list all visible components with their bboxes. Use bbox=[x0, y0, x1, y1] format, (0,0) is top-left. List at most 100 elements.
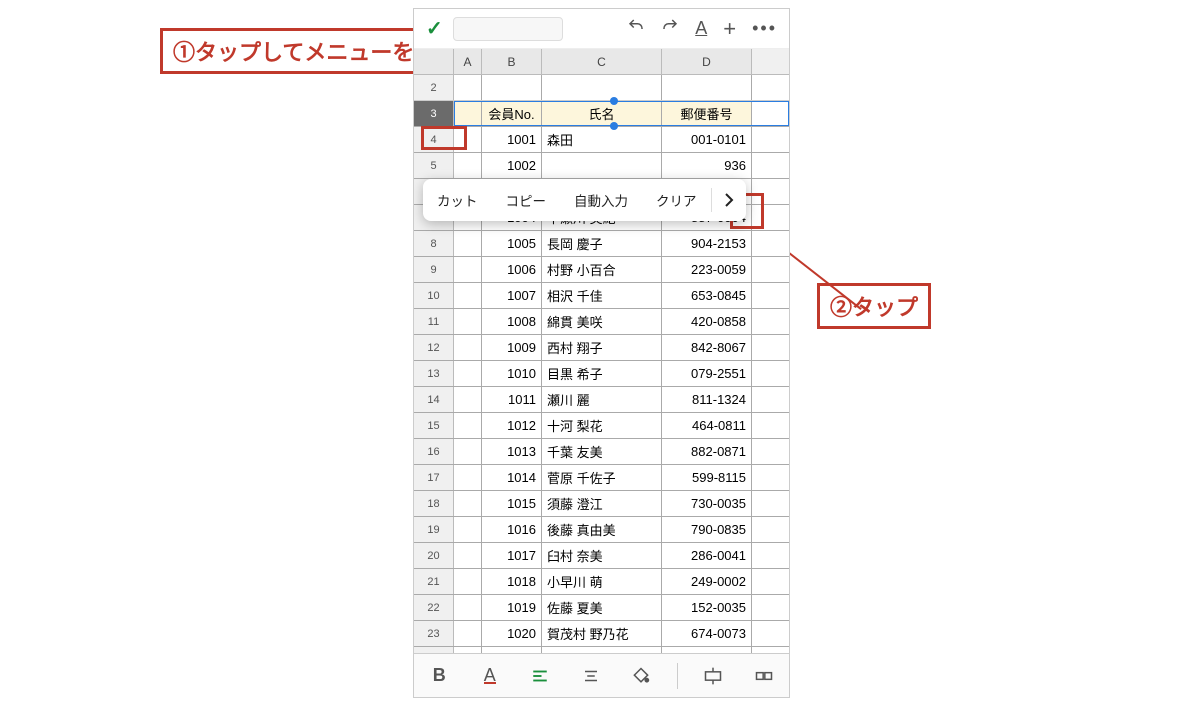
cell-name[interactable]: 村野 小百合 bbox=[542, 257, 662, 282]
cell[interactable] bbox=[454, 257, 482, 282]
row-number[interactable]: 2 bbox=[414, 75, 454, 100]
align-left-icon[interactable] bbox=[525, 661, 555, 691]
cell-member-no[interactable]: 1007 bbox=[482, 283, 542, 308]
cell-zip[interactable]: 599-8115 bbox=[662, 465, 752, 490]
cell-zip[interactable]: 730-0035 bbox=[662, 491, 752, 516]
fill-color-icon[interactable] bbox=[626, 661, 656, 691]
cell[interactable] bbox=[454, 543, 482, 568]
row-number[interactable]: 15 bbox=[414, 413, 454, 438]
cell[interactable] bbox=[454, 621, 482, 646]
cell-zip[interactable]: 079-2551 bbox=[662, 361, 752, 386]
row-number[interactable]: 21 bbox=[414, 569, 454, 594]
cell-name[interactable]: 綿貫 美咲 bbox=[542, 309, 662, 334]
cell[interactable] bbox=[454, 491, 482, 516]
row-number[interactable]: 10 bbox=[414, 283, 454, 308]
cell[interactable] bbox=[454, 127, 482, 152]
ctx-clear[interactable]: クリア bbox=[642, 179, 711, 221]
corner-cell[interactable] bbox=[414, 49, 454, 74]
cell[interactable] bbox=[454, 335, 482, 360]
cell-name[interactable]: 佐藤 夏美 bbox=[542, 595, 662, 620]
row-number[interactable]: 23 bbox=[414, 621, 454, 646]
cell-zip[interactable]: 936 bbox=[662, 153, 752, 178]
cell-member-no[interactable]: 1010 bbox=[482, 361, 542, 386]
col-header-B[interactable]: B bbox=[482, 49, 542, 74]
cell-name[interactable]: 後藤 真由美 bbox=[542, 517, 662, 542]
cell-name[interactable]: 目黒 希子 bbox=[542, 361, 662, 386]
ctx-more-icon[interactable] bbox=[712, 179, 746, 221]
cell-zip[interactable]: 223-0059 bbox=[662, 257, 752, 282]
cell-name[interactable]: 十河 梨花 bbox=[542, 413, 662, 438]
cell-name[interactable] bbox=[542, 153, 662, 178]
cell-zip[interactable]: 811-1324 bbox=[662, 387, 752, 412]
cell-zip[interactable]: 653-0845 bbox=[662, 283, 752, 308]
row-number[interactable]: 5 bbox=[414, 153, 454, 178]
row-number[interactable]: 12 bbox=[414, 335, 454, 360]
cell-zip[interactable]: 842-8067 bbox=[662, 335, 752, 360]
cell-member-no[interactable]: 1013 bbox=[482, 439, 542, 464]
row-number[interactable]: 9 bbox=[414, 257, 454, 282]
cell-name[interactable]: 西村 翔子 bbox=[542, 335, 662, 360]
cell-zip[interactable]: 249-0002 bbox=[662, 569, 752, 594]
ctx-copy[interactable]: コピー bbox=[492, 179, 561, 221]
cell-zip[interactable]: 152-0035 bbox=[662, 595, 752, 620]
cell-member-no[interactable]: 1005 bbox=[482, 231, 542, 256]
row-number-selected[interactable]: 3 bbox=[414, 101, 454, 126]
row-number[interactable]: 16 bbox=[414, 439, 454, 464]
more-icon[interactable]: ••• bbox=[752, 18, 777, 39]
cell[interactable] bbox=[454, 413, 482, 438]
text-format-icon[interactable]: A bbox=[695, 18, 707, 39]
cell-zip[interactable]: 790-0835 bbox=[662, 517, 752, 542]
align-center-icon[interactable] bbox=[576, 661, 606, 691]
cell[interactable] bbox=[454, 569, 482, 594]
cell-zip[interactable]: 674-0073 bbox=[662, 621, 752, 646]
cell-header-memberNo[interactable]: 会員No. bbox=[482, 101, 542, 126]
cell-zip[interactable]: 420-0858 bbox=[662, 309, 752, 334]
cell[interactable] bbox=[454, 101, 482, 126]
cell-member-no[interactable]: 1008 bbox=[482, 309, 542, 334]
cell-member-no[interactable]: 1006 bbox=[482, 257, 542, 282]
cell-member-no[interactable]: 1019 bbox=[482, 595, 542, 620]
cell-name[interactable]: 長岡 慶子 bbox=[542, 231, 662, 256]
cell-name[interactable]: 菅原 千佐子 bbox=[542, 465, 662, 490]
cell-member-no[interactable]: 1002 bbox=[482, 153, 542, 178]
col-header-C[interactable]: C bbox=[542, 49, 662, 74]
cell[interactable] bbox=[482, 75, 542, 100]
cell[interactable] bbox=[454, 517, 482, 542]
row-number[interactable]: 8 bbox=[414, 231, 454, 256]
cell-zip[interactable]: 904-2153 bbox=[662, 231, 752, 256]
ctx-autofill[interactable]: 自動入力 bbox=[560, 179, 642, 221]
cell-member-no[interactable]: 1017 bbox=[482, 543, 542, 568]
cell-name[interactable]: 千葉 友美 bbox=[542, 439, 662, 464]
cell-format-icon[interactable] bbox=[749, 661, 779, 691]
cell[interactable] bbox=[454, 595, 482, 620]
cell-header-zip[interactable]: 郵便番号 bbox=[662, 101, 752, 126]
cell-zip[interactable]: 001-0101 bbox=[662, 127, 752, 152]
cell[interactable] bbox=[454, 75, 482, 100]
cell-header-name[interactable]: 氏名 bbox=[542, 101, 662, 126]
cell-name[interactable]: 相沢 千佳 bbox=[542, 283, 662, 308]
cell-name[interactable]: 瀬川 麗 bbox=[542, 387, 662, 412]
formula-bar[interactable] bbox=[453, 17, 563, 41]
cell-zip[interactable]: 286-0041 bbox=[662, 543, 752, 568]
cell-zip[interactable]: 464-0811 bbox=[662, 413, 752, 438]
cell[interactable] bbox=[662, 75, 752, 100]
row-number[interactable]: 18 bbox=[414, 491, 454, 516]
cell-name[interactable]: 小早川 萌 bbox=[542, 569, 662, 594]
row-number[interactable]: 13 bbox=[414, 361, 454, 386]
cell-name[interactable]: 賀茂村 野乃花 bbox=[542, 621, 662, 646]
cell-member-no[interactable]: 1001 bbox=[482, 127, 542, 152]
ctx-cut[interactable]: カット bbox=[423, 179, 492, 221]
font-color-icon[interactable]: A bbox=[475, 661, 505, 691]
row-number[interactable]: 22 bbox=[414, 595, 454, 620]
cell[interactable] bbox=[454, 231, 482, 256]
cell-name[interactable]: 須藤 澄江 bbox=[542, 491, 662, 516]
col-header-A[interactable]: A bbox=[454, 49, 482, 74]
cell-member-no[interactable]: 1011 bbox=[482, 387, 542, 412]
cell[interactable] bbox=[454, 439, 482, 464]
undo-icon[interactable] bbox=[627, 17, 645, 40]
cell[interactable] bbox=[454, 283, 482, 308]
cell-zip[interactable]: 882-0871 bbox=[662, 439, 752, 464]
bold-icon[interactable]: B bbox=[424, 661, 454, 691]
row-number[interactable]: 14 bbox=[414, 387, 454, 412]
cell-member-no[interactable]: 1016 bbox=[482, 517, 542, 542]
